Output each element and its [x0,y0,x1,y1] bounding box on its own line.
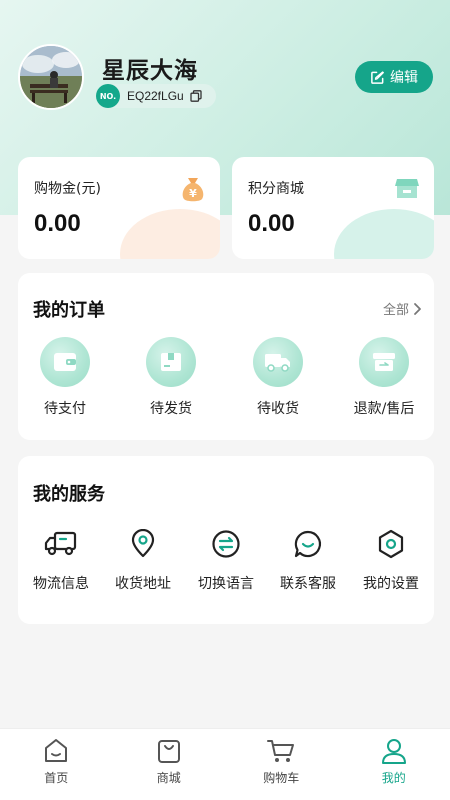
order-label: 待发货 [150,401,192,417]
location-pin-icon [102,527,184,561]
tab-label: 商城 [156,771,181,785]
edit-label: 编辑 [390,70,418,86]
wallet-icon [40,337,90,387]
my-services-title: 我的服务 [33,484,105,505]
user-icon [338,737,450,765]
points-value: 0.00 [248,210,295,237]
svg-text:¥: ¥ [189,187,197,200]
avatar[interactable] [18,44,84,110]
my-services-card: 我的服务 物流信息 收货地址 切换语言 联系客服 我的设置 [18,456,434,624]
order-refund-aftersale[interactable]: 退款/售后 [344,337,424,418]
card-decoration [334,209,434,259]
service-label: 物流信息 [33,576,89,592]
shopping-bag-icon [113,737,226,765]
no-badge: NO. [96,84,120,108]
box-icon [146,337,196,387]
edit-icon [371,70,384,84]
shopping-credit-card[interactable]: 购物金(元) 0.00 ¥ [18,157,220,259]
edit-profile-button[interactable]: 编辑 [355,61,433,93]
order-label: 退款/售后 [353,401,415,417]
order-pending-receipt[interactable]: 待收货 [238,337,318,418]
service-label: 切换语言 [198,576,254,592]
service-customer-support[interactable]: 联系客服 [267,527,349,593]
service-label: 收货地址 [115,576,171,592]
service-logistics[interactable]: 物流信息 [20,527,102,593]
money-bag-icon: ¥ [182,178,204,202]
shopping-credit-label: 购物金(元) [34,181,101,197]
service-switch-language[interactable]: 切换语言 [185,527,267,593]
points-mall-card[interactable]: 积分商城 0.00 [232,157,434,259]
switch-arrows-icon [185,527,267,561]
hexagon-settings-icon [350,527,432,561]
tab-label: 首页 [44,771,69,785]
tab-label: 购物车 [263,771,300,785]
order-label: 待支付 [44,401,86,417]
my-orders-card: 我的订单 全部 待支付 待发货 待收货 退款/售后 [18,273,434,440]
tab-cart[interactable]: 购物车 [225,729,338,800]
chat-bubble-icon [267,527,349,561]
username: 星辰大海 [102,58,198,84]
member-code-pill[interactable]: NO. EQ22fLGu [96,84,216,108]
order-pending-payment[interactable]: 待支付 [25,337,105,418]
bottom-tab-bar: 首页 商城 购物车 我的 [0,728,450,800]
tab-mall[interactable]: 商城 [113,729,226,800]
shopping-credit-value: 0.00 [34,210,81,237]
view-all-orders-link[interactable]: 全部 [383,299,422,318]
order-pending-shipment[interactable]: 待发货 [131,337,211,418]
view-all-label: 全部 [382,303,409,318]
truck-outline-icon [20,527,102,561]
card-decoration [120,209,220,259]
service-settings[interactable]: 我的设置 [350,527,432,593]
truck-icon [253,337,303,387]
cart-icon [225,737,338,765]
home-icon [0,737,113,765]
service-address[interactable]: 收货地址 [102,527,184,593]
tab-home[interactable]: 首页 [0,729,113,800]
tab-mine[interactable]: 我的 [338,729,450,800]
store-icon [395,179,419,198]
order-label: 待收货 [257,401,299,417]
my-orders-title: 我的订单 [33,300,105,321]
member-code: EQ22fLGu [127,89,184,103]
points-mall-label: 积分商城 [248,181,304,197]
service-label: 联系客服 [280,576,336,592]
refund-icon [359,337,409,387]
tab-label: 我的 [381,771,406,785]
copy-icon[interactable] [190,90,202,102]
chevron-right-icon [414,302,421,315]
service-label: 我的设置 [363,576,419,592]
